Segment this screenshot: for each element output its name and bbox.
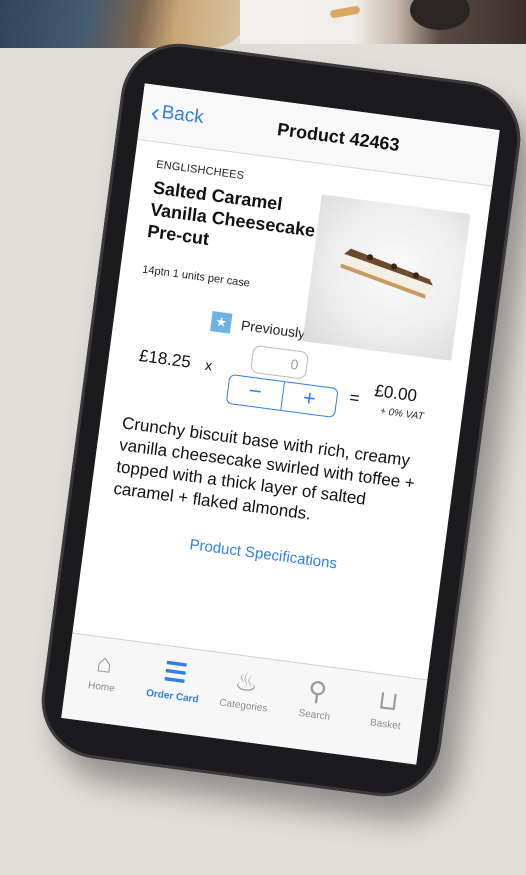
tab-order-card[interactable]: ☰ Order Card xyxy=(135,653,210,736)
tab-categories-label: Categories xyxy=(218,697,269,715)
tab-home[interactable]: ⌂ Home xyxy=(64,644,139,727)
decrease-button[interactable]: − xyxy=(226,375,285,410)
times-sign: x xyxy=(204,356,214,374)
background-photo xyxy=(0,0,526,60)
search-icon: ⚲ xyxy=(306,674,329,708)
product-image xyxy=(302,194,471,361)
star-icon: ★ xyxy=(210,311,233,334)
unit-price: £18.25 x xyxy=(138,346,214,375)
photo-left xyxy=(0,0,250,48)
phone-screen: ‹ Back Product 42463 ENGLISHCHEES Salted… xyxy=(61,83,500,765)
order-card-icon: ☰ xyxy=(162,656,190,689)
home-icon: ⌂ xyxy=(94,647,115,679)
cheesecake-image xyxy=(340,248,433,299)
phone-device: ‹ Back Product 42463 ENGLISHCHEES Salted… xyxy=(34,36,526,804)
basket-icon: ⊔ xyxy=(376,684,401,717)
tab-order-card-label: Order Card xyxy=(145,687,200,706)
categories-icon: ♨ xyxy=(233,665,261,699)
increase-button[interactable]: + xyxy=(281,382,338,417)
equals-sign: = xyxy=(348,387,361,408)
tab-home-label: Home xyxy=(87,680,116,695)
unit-price-value: £18.25 xyxy=(137,346,193,372)
product-detail: ENGLISHCHEES Salted Caramel Vanilla Chee… xyxy=(74,140,492,669)
photo-right xyxy=(240,0,526,44)
quantity-stepper: − + xyxy=(225,373,339,418)
tab-basket-label: Basket xyxy=(369,717,402,733)
tab-search-label: Search xyxy=(297,707,331,723)
quantity-input[interactable]: 0 xyxy=(249,344,310,380)
tab-categories[interactable]: ♨ Categories xyxy=(206,663,281,746)
tab-search[interactable]: ⚲ Search xyxy=(277,672,352,755)
line-total: £0.00 xyxy=(373,381,419,406)
vat-note: + 0% VAT xyxy=(379,405,425,423)
tab-basket[interactable]: ⊔ Basket xyxy=(348,681,423,764)
